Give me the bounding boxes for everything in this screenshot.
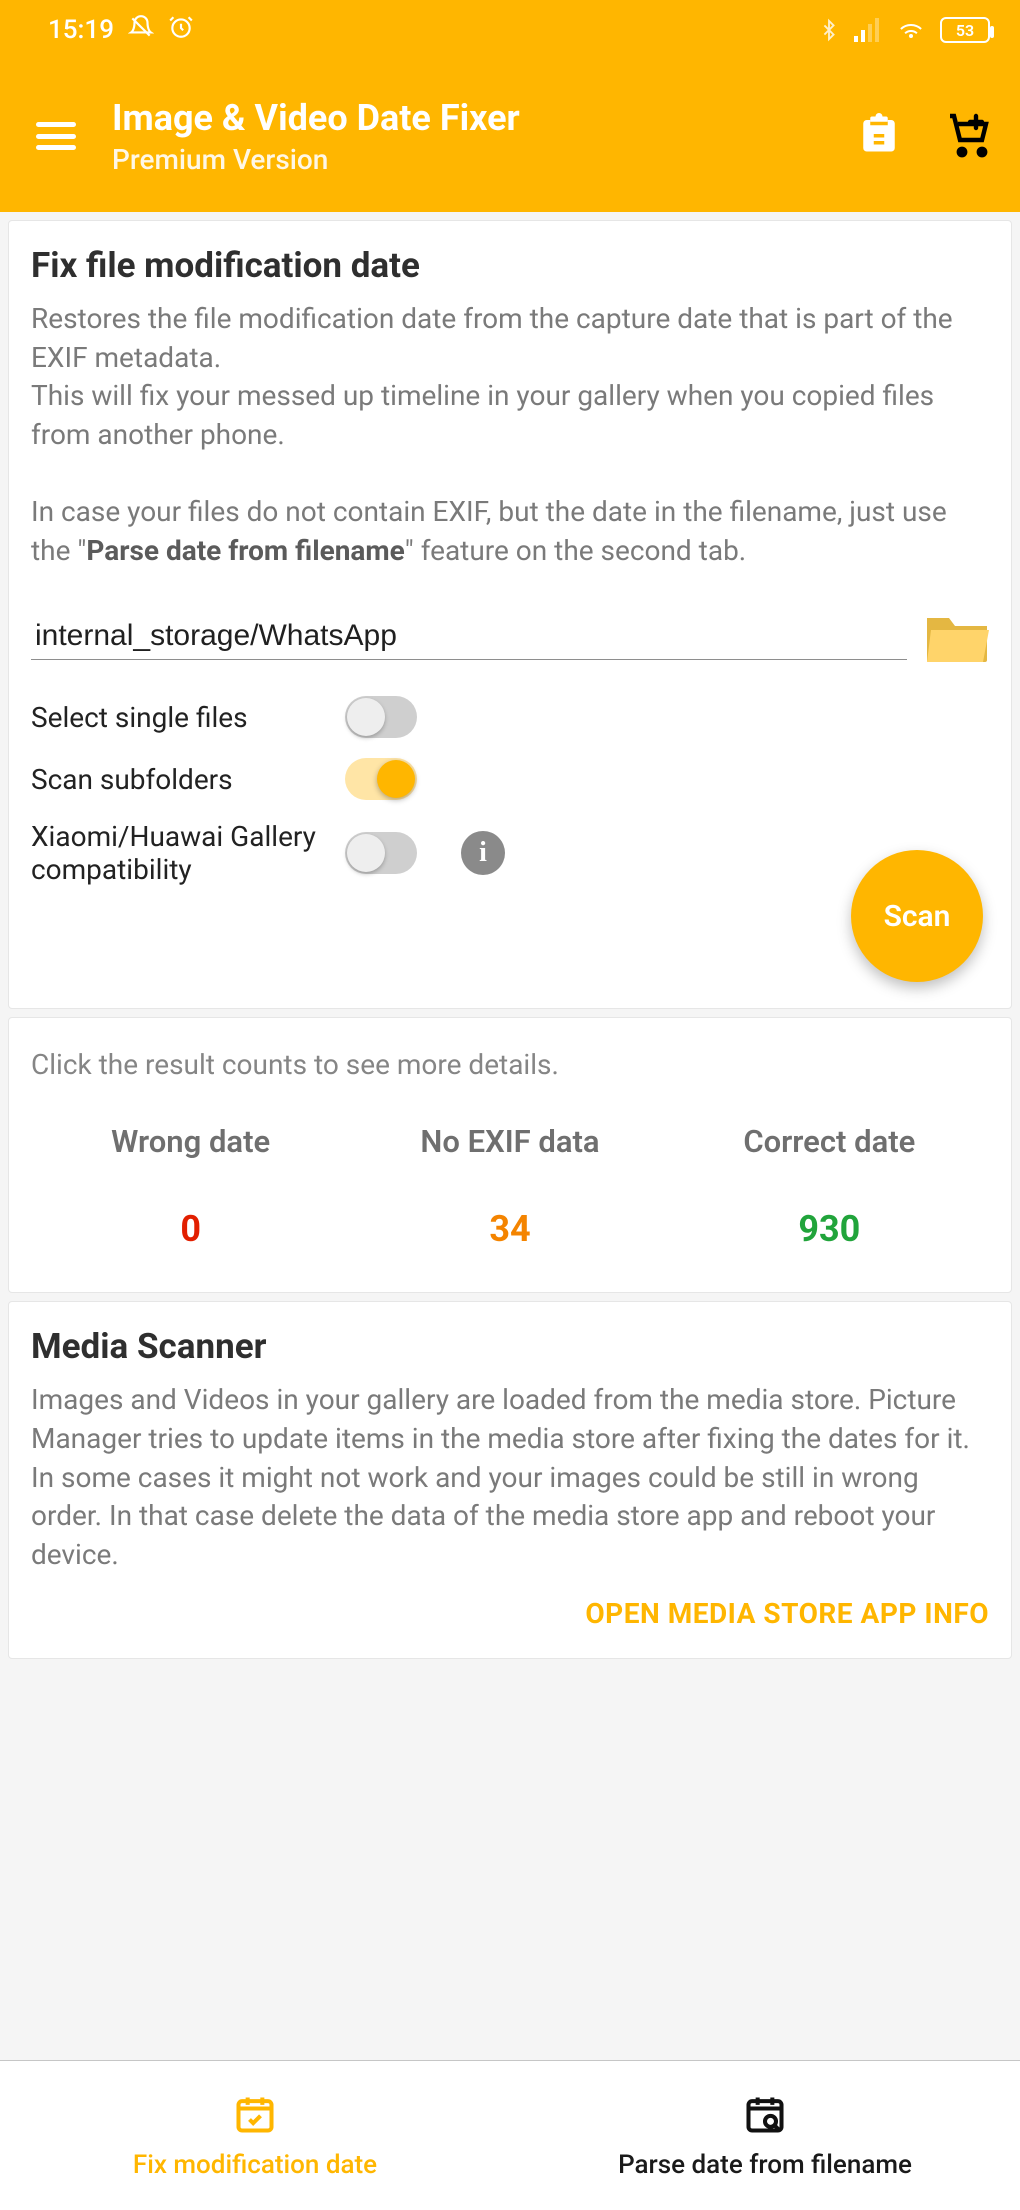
noexif-label: No EXIF data: [350, 1123, 669, 1160]
single-files-switch[interactable]: [345, 696, 417, 738]
results-card: Click the result counts to see more deta…: [8, 1017, 1012, 1293]
bluetooth-icon: [818, 17, 840, 43]
tab-parse-from-filename[interactable]: Parse date from filename: [510, 2061, 1020, 2210]
browse-folder-button[interactable]: [925, 612, 989, 664]
path-input[interactable]: [31, 617, 907, 660]
correct-date-count: 930: [670, 1208, 989, 1250]
correct-date-column[interactable]: Correct date 930: [670, 1123, 989, 1250]
battery-indicator: 53: [940, 17, 990, 43]
card-desc-1: Restores the file modification date from…: [31, 302, 953, 374]
fix-date-card: Fix file modification date Restores the …: [8, 220, 1012, 1009]
wrong-date-column[interactable]: Wrong date 0: [31, 1123, 350, 1250]
app-bar: Image & Video Date Fixer Premium Version: [0, 60, 1020, 212]
media-scanner-desc: Images and Videos in your gallery are lo…: [31, 1381, 989, 1574]
card-desc-3b: Parse date from filename: [86, 534, 404, 567]
status-bar: 15:19 53: [0, 0, 1020, 60]
correct-date-label: Correct date: [670, 1123, 989, 1160]
single-files-label: Select single files: [31, 701, 321, 734]
card-desc-3c: " feature on the second tab.: [405, 534, 746, 567]
scan-button[interactable]: Scan: [851, 850, 983, 982]
noexif-count: 34: [350, 1208, 669, 1250]
calendar-search-icon: [743, 2092, 787, 2140]
tab2-label: Parse date from filename: [618, 2150, 912, 2180]
media-scanner-card: Media Scanner Images and Videos in your …: [8, 1301, 1012, 1658]
compat-info-button[interactable]: i: [461, 831, 505, 875]
tab-fix-modification-date[interactable]: Fix modification date: [0, 2061, 510, 2210]
open-media-store-label: OPEN MEDIA STORE APP INFO: [585, 1597, 989, 1630]
dnd-icon: [128, 14, 154, 47]
signal-icon: [854, 18, 882, 42]
wrong-date-count: 0: [31, 1208, 350, 1250]
tab1-label: Fix modification date: [133, 2150, 377, 2180]
scan-button-label: Scan: [884, 899, 951, 934]
alarm-icon: [168, 14, 194, 47]
subfolders-switch[interactable]: [345, 758, 417, 800]
card-desc-2: This will fix your messed up timeline in…: [31, 379, 934, 451]
noexif-column[interactable]: No EXIF data 34: [350, 1123, 669, 1250]
compat-label: Xiaomi/Huawai Gallery compatibility: [31, 820, 321, 886]
results-hint: Click the result counts to see more deta…: [31, 1048, 989, 1081]
media-scanner-title: Media Scanner: [31, 1326, 989, 1367]
app-title: Image & Video Date Fixer: [112, 97, 822, 139]
menu-button[interactable]: [36, 122, 76, 150]
bottom-nav: Fix modification date Parse date from fi…: [0, 2060, 1020, 2210]
app-subtitle: Premium Version: [112, 143, 822, 176]
subfolders-label: Scan subfolders: [31, 763, 321, 796]
wrong-date-label: Wrong date: [31, 1123, 350, 1160]
card-title: Fix file modification date: [31, 245, 989, 286]
wifi-icon: [896, 18, 926, 42]
open-media-store-button[interactable]: OPEN MEDIA STORE APP INFO: [31, 1597, 989, 1630]
compat-switch[interactable]: [345, 832, 417, 874]
clipboard-button[interactable]: [858, 110, 900, 162]
cart-button[interactable]: [944, 110, 992, 162]
status-time: 15:19: [48, 15, 114, 45]
battery-value: 53: [956, 21, 974, 40]
calendar-check-icon: [233, 2092, 277, 2140]
